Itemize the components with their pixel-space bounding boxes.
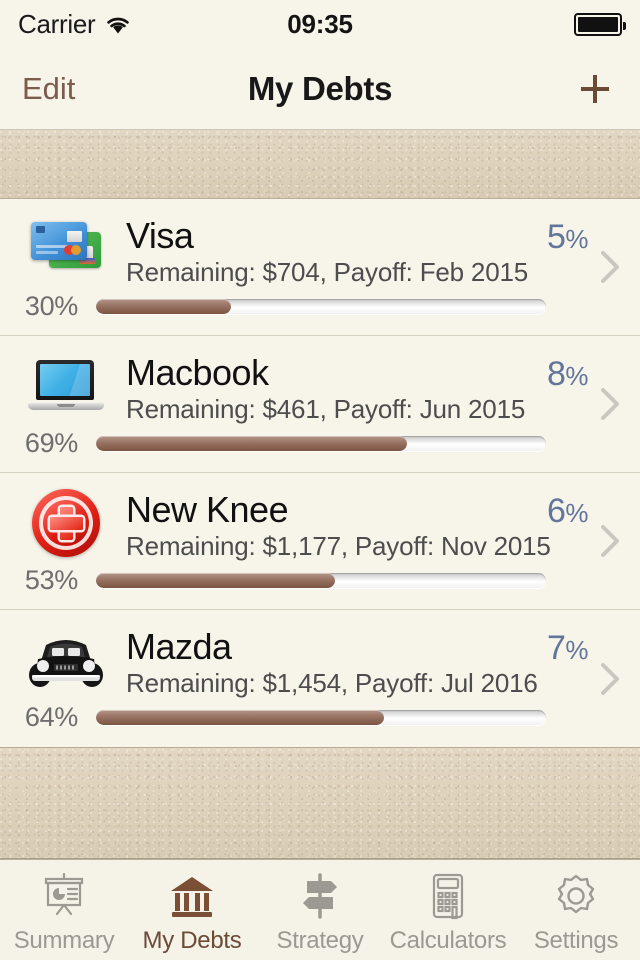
medical-cross-icon	[20, 487, 112, 559]
debt-name: Visa	[126, 215, 194, 256]
debt-detail: Remaining: $704, Payoff: Feb 2015	[126, 257, 528, 287]
debt-detail: Remaining: $461, Payoff: Jun 2015	[126, 394, 526, 424]
chevron-right-icon	[601, 662, 619, 695]
tab-label: Summary	[13, 927, 115, 954]
interest-rate-value: 6	[546, 492, 566, 530]
interest-rate: 7%	[546, 628, 589, 675]
debt-name: Mazda	[126, 626, 232, 667]
tab-label: Settings	[533, 927, 619, 954]
progress-label: 69%	[24, 427, 78, 458]
presentation-chart-icon	[39, 869, 89, 923]
edit-button[interactable]: Edit	[22, 71, 75, 107]
status-bar: Carrier 09:35	[0, 0, 640, 48]
table-row[interactable]: Macbook Remaining: $461, Payoff: Jun 201…	[0, 336, 640, 473]
chevron-right-icon	[601, 388, 619, 420]
progress-fill	[96, 709, 384, 725]
progress-row: 53%	[0, 563, 640, 597]
bank-icon	[167, 869, 217, 923]
interest-rate-value: 8	[546, 355, 566, 393]
interest-rate-unit: %	[565, 224, 588, 254]
car-icon	[20, 624, 112, 696]
interest-rate-unit: %	[565, 361, 588, 391]
interest-rate: 8%	[546, 354, 589, 401]
progress-label: 30%	[24, 290, 78, 321]
progress-fill	[96, 435, 407, 451]
list-footer-spacer	[0, 747, 640, 859]
chevron-right-icon	[601, 525, 619, 557]
laptop-icon	[20, 350, 112, 422]
signpost-icon	[295, 869, 345, 923]
tab-label: Calculators	[389, 927, 507, 954]
gear-icon	[551, 869, 601, 923]
car-glyph	[29, 640, 103, 687]
progress-track	[96, 298, 546, 314]
progress-fill	[96, 298, 231, 314]
app-screen: Carrier 09:35 Edit My Debts Visa Remaini…	[0, 0, 640, 960]
plus-icon	[581, 74, 609, 103]
progress-label: 53%	[24, 564, 78, 595]
tab-summary[interactable]: Summary	[0, 860, 128, 960]
navigation-bar: Edit My Debts	[0, 48, 640, 130]
progress-fill	[96, 572, 335, 588]
tab-my-debts[interactable]: My Debts	[128, 860, 256, 960]
wifi-icon	[107, 17, 130, 33]
add-debt-button[interactable]	[572, 66, 618, 112]
carrier-label: Carrier	[18, 8, 96, 39]
progress-label: 64%	[24, 701, 78, 732]
tab-label: Strategy	[276, 927, 364, 954]
tab-calculators[interactable]: Calculators	[384, 860, 512, 960]
debt-list: Visa Remaining: $704, Payoff: Feb 2015 5…	[0, 199, 640, 747]
table-row[interactable]: Visa Remaining: $704, Payoff: Feb 2015 5…	[0, 199, 640, 336]
battery-full-icon	[574, 12, 626, 36]
interest-rate: 6%	[546, 491, 589, 538]
interest-rate-unit: %	[565, 498, 588, 528]
credit-cards-icon	[20, 213, 112, 285]
debt-detail: Remaining: $1,454, Payoff: Jul 2016	[126, 668, 538, 698]
interest-rate-unit: %	[565, 635, 588, 665]
interest-rate-value: 7	[546, 629, 566, 667]
tab-bar: Summary My Debts Strategy Calculators Se…	[0, 859, 640, 960]
tab-strategy[interactable]: Strategy	[256, 860, 384, 960]
debt-detail: Remaining: $1,177, Payoff: Nov 2015	[126, 531, 551, 561]
status-bar-left: Carrier	[18, 9, 132, 40]
list-header-spacer	[0, 130, 640, 199]
progress-track	[96, 572, 546, 588]
progress-track	[96, 435, 546, 451]
progress-row: 64%	[0, 700, 640, 734]
tab-label: My Debts	[142, 927, 242, 954]
debt-name: New Knee	[126, 489, 289, 530]
chevron-right-icon	[601, 251, 619, 283]
interest-rate-value: 5	[546, 218, 566, 256]
tab-settings[interactable]: Settings	[512, 860, 640, 960]
progress-row: 69%	[0, 426, 640, 460]
interest-rate: 5%	[546, 217, 589, 264]
status-bar-right	[574, 12, 626, 36]
calculator-icon	[423, 869, 473, 923]
progress-track	[96, 709, 546, 725]
debt-name: Macbook	[126, 352, 269, 393]
table-row[interactable]: Mazda Remaining: $1,454, Payoff: Jul 201…	[0, 610, 640, 747]
table-row[interactable]: New Knee Remaining: $1,177, Payoff: Nov …	[0, 473, 640, 610]
page-title: My Debts	[247, 69, 393, 107]
progress-row: 30%	[0, 289, 640, 323]
